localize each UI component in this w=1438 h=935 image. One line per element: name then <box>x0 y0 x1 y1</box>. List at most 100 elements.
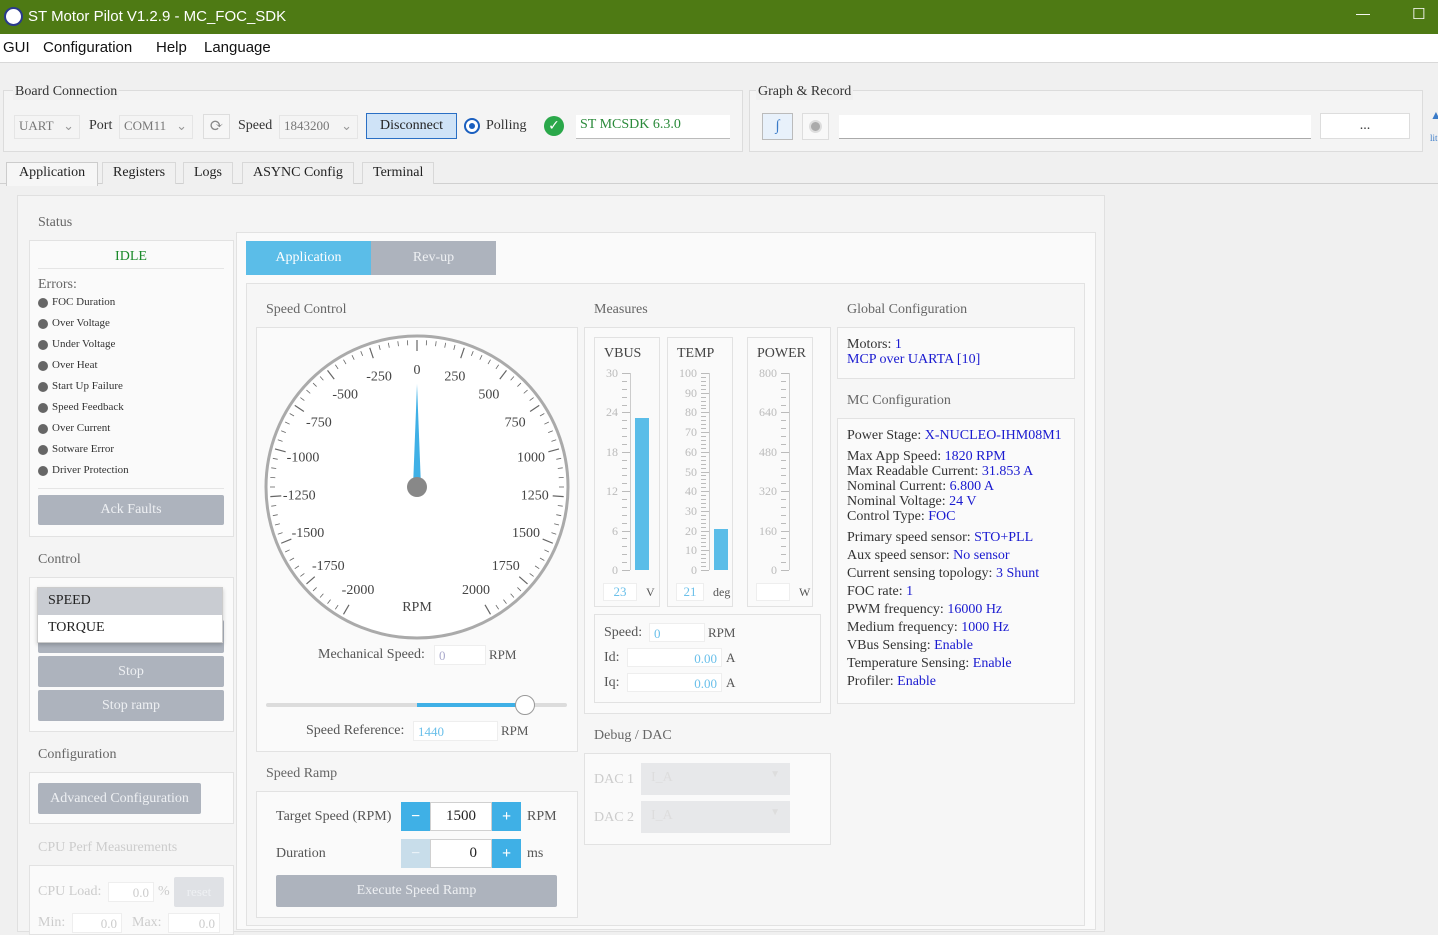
menu-language[interactable]: Language <box>204 39 271 56</box>
meter-tick <box>701 468 706 469</box>
tab-application[interactable]: Application <box>6 162 98 186</box>
meter-label: VBUS <box>604 346 641 362</box>
meter-axis <box>630 373 631 570</box>
error-indicator-icon <box>38 403 48 413</box>
meter-tick <box>701 389 706 390</box>
mode-option-speed[interactable]: SPEED <box>38 588 222 615</box>
interface-select[interactable]: UART⌄ <box>14 115 80 139</box>
target-decrement-button[interactable]: − <box>401 802 430 831</box>
target-speed-label: Target Speed (RPM) <box>276 809 391 825</box>
meter-tick <box>781 397 786 398</box>
refresh-icon[interactable]: ⟳ <box>203 114 230 139</box>
speed-slider-fill <box>417 703 525 707</box>
mc-config-row: Primary speed sensor: STO+PLL <box>847 530 1033 546</box>
measure-id-label: Id: <box>604 650 620 666</box>
maximize-button[interactable]: ☐ <box>1412 5 1425 23</box>
advanced-configuration-button[interactable]: Advanced Configuration <box>38 783 201 814</box>
meter-tick <box>701 483 706 484</box>
tab-logs[interactable]: Logs <box>183 162 233 184</box>
mc-config-key: Medium frequency: <box>847 620 961 635</box>
subtab-revup[interactable]: Rev-up <box>371 241 496 275</box>
target-increment-button[interactable]: + <box>492 802 521 831</box>
error-label: Over Current <box>52 422 110 434</box>
target-speed-unit: RPM <box>527 809 557 825</box>
menu-configuration[interactable]: Configuration <box>43 39 132 56</box>
record-path-input[interactable] <box>839 115 1311 139</box>
duration-input[interactable]: 0 <box>430 839 492 868</box>
scroll-up-icon[interactable]: ▲ <box>1430 108 1438 123</box>
mode-dropdown[interactable]: SPEED TORQUE <box>37 587 223 643</box>
meter-tick <box>701 397 706 398</box>
meter-tick <box>781 523 786 524</box>
error-label: Start Up Failure <box>52 380 123 392</box>
meter-tick <box>781 538 786 539</box>
menu-divider <box>0 62 1438 63</box>
error-label: Speed Feedback <box>52 401 124 413</box>
execute-speed-ramp-button[interactable]: Execute Speed Ramp <box>276 875 557 907</box>
meter-tick <box>781 570 789 571</box>
mc-config-row: FOC rate: 1 <box>847 584 913 600</box>
meter-tick <box>781 412 789 413</box>
browse-button[interactable]: ... <box>1320 113 1410 139</box>
meter-tick <box>622 389 627 390</box>
meter-tick <box>781 452 789 453</box>
cpu-reset-button[interactable]: reset <box>174 877 224 907</box>
app-logo-icon <box>4 7 23 26</box>
mcp-label: MCP over UARTA [10] <box>847 352 980 368</box>
record-icon[interactable] <box>802 113 829 140</box>
mc-config-key: Max App Speed: <box>847 449 945 464</box>
meter-tick <box>622 420 627 421</box>
meter-tick <box>701 519 706 520</box>
measure-iq-label: Iq: <box>604 675 620 691</box>
meter-tick <box>622 397 627 398</box>
meter-tick-label: 18 <box>596 445 618 460</box>
meter-tick <box>781 428 786 429</box>
mc-config-key: Power Stage: <box>847 428 925 443</box>
baudrate-select[interactable]: 1843200⌄ <box>279 115 358 139</box>
dac1-value: I_A <box>651 770 673 785</box>
meter-tick <box>622 412 630 413</box>
meter-tick-label: 24 <box>596 405 618 420</box>
ack-faults-button[interactable]: Ack Faults <box>38 495 224 525</box>
cpu-perf-title: CPU Perf Measurements <box>38 840 177 856</box>
meter-axis <box>709 373 710 570</box>
speed-reference-field[interactable]: 1440 <box>413 721 498 741</box>
menu-bar: GUI Configuration Help Language <box>0 34 1438 62</box>
error-indicator-icon <box>38 361 48 371</box>
menu-gui[interactable]: GUI <box>3 39 30 56</box>
menu-help[interactable]: Help <box>156 39 187 56</box>
meter-tick <box>781 460 786 461</box>
gauge-hub <box>407 477 427 497</box>
subtab-application[interactable]: Application <box>246 241 371 275</box>
stop-button[interactable]: Stop <box>38 656 224 687</box>
error-indicator-icon <box>38 466 48 476</box>
minimize-button[interactable]: — <box>1356 5 1370 21</box>
dac1-select[interactable]: I_A▼ <box>641 763 790 795</box>
cpu-load-label: CPU Load: <box>38 884 101 900</box>
duration-increment-button[interactable]: + <box>492 839 521 868</box>
mc-config-key: Temperature Sensing: <box>847 656 973 671</box>
stop-ramp-button[interactable]: Stop ramp <box>38 690 224 721</box>
meter-tick <box>701 456 706 457</box>
error-label: Over Voltage <box>52 317 110 329</box>
speed-control-title: Speed Control <box>266 302 347 318</box>
tab-async-config[interactable]: ASYNC Config <box>242 162 354 184</box>
target-speed-input[interactable]: 1500 <box>430 802 492 831</box>
meter-tick <box>701 538 706 539</box>
meter-tick <box>701 570 709 571</box>
speed-slider-handle[interactable] <box>515 695 535 715</box>
disconnect-button[interactable]: Disconnect <box>366 113 457 139</box>
meter-tick-label: 30 <box>596 366 618 381</box>
duration-unit: ms <box>527 846 543 862</box>
tab-registers[interactable]: Registers <box>102 162 176 184</box>
mode-option-torque[interactable]: TORQUE <box>38 615 222 642</box>
duration-decrement-button[interactable]: − <box>401 839 430 868</box>
chart-line-icon[interactable]: ∫ <box>762 113 793 140</box>
meter-tick <box>701 373 709 374</box>
tab-terminal[interactable]: Terminal <box>362 162 434 184</box>
dac2-select[interactable]: I_A▼ <box>641 801 790 833</box>
port-select[interactable]: COM11⌄ <box>119 115 193 139</box>
meter-tick <box>622 452 630 453</box>
meter-tick <box>701 479 706 480</box>
polling-radio[interactable] <box>464 118 480 134</box>
